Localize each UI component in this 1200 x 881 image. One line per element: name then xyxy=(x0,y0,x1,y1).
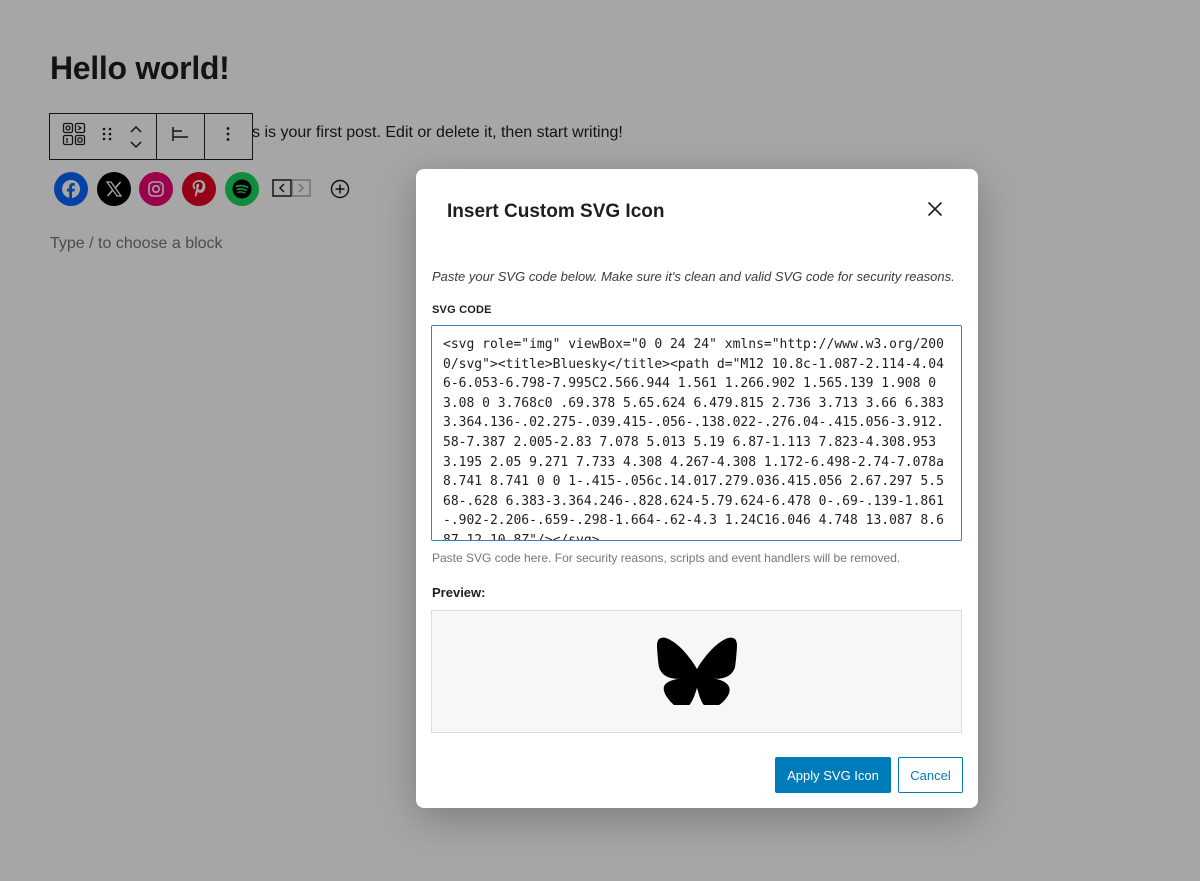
modal-intro: Paste your SVG code below. Make sure it'… xyxy=(432,269,955,284)
svg-code-help: Paste SVG code here. For security reason… xyxy=(432,551,901,565)
preview-box xyxy=(431,610,962,733)
apply-svg-icon-button[interactable]: Apply SVG Icon xyxy=(775,757,891,793)
cancel-button[interactable]: Cancel xyxy=(898,757,963,793)
preview-label: Preview: xyxy=(432,585,486,600)
modal-title: Insert Custom SVG Icon xyxy=(447,201,665,222)
svg-code-label: SVG CODE xyxy=(432,304,492,316)
close-icon xyxy=(927,201,943,222)
svg-code-textarea[interactable]: <svg role="img" viewBox="0 0 24 24" xmln… xyxy=(431,325,962,541)
insert-svg-modal: Insert Custom SVG Icon Paste your SVG co… xyxy=(416,169,978,808)
bluesky-icon xyxy=(656,633,737,710)
close-button[interactable] xyxy=(920,196,950,226)
